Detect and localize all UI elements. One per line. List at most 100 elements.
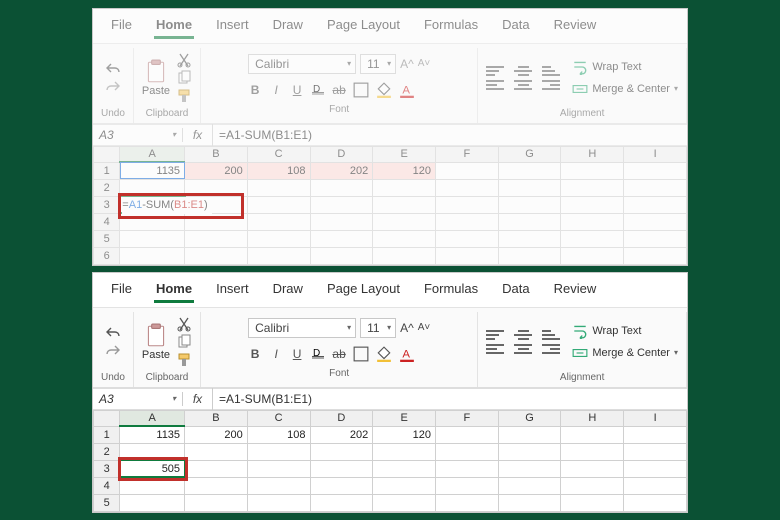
- tab-file[interactable]: File: [109, 15, 134, 39]
- fill-color-icon[interactable]: [376, 82, 392, 98]
- align-right-icon[interactable]: [542, 344, 560, 354]
- tab-insert[interactable]: Insert: [214, 15, 251, 39]
- col-header-D[interactable]: D: [310, 410, 373, 426]
- redo-icon[interactable]: [105, 343, 121, 359]
- tab-page-layout[interactable]: Page Layout: [325, 15, 402, 39]
- tab-file[interactable]: File: [109, 279, 134, 303]
- cell-B1[interactable]: 200: [185, 426, 248, 443]
- row-header-4[interactable]: 4: [94, 213, 120, 230]
- cell-I1[interactable]: [624, 162, 687, 179]
- bold-button[interactable]: B: [248, 83, 262, 97]
- align-top-icon[interactable]: [486, 330, 504, 340]
- col-header-A[interactable]: A: [120, 146, 185, 162]
- tab-home[interactable]: Home: [154, 15, 194, 39]
- font-color-icon[interactable]: A: [399, 346, 415, 362]
- tab-data[interactable]: Data: [500, 15, 531, 39]
- tab-home[interactable]: Home: [154, 279, 194, 303]
- cell-B1[interactable]: 200: [185, 162, 248, 179]
- align-middle-icon[interactable]: [514, 66, 532, 76]
- copy-icon[interactable]: [176, 334, 192, 350]
- formula-input[interactable]: =A1-SUM(B1:E1): [213, 392, 318, 406]
- col-header-D[interactable]: D: [310, 146, 373, 162]
- cell-H1[interactable]: [561, 162, 624, 179]
- font-color-icon[interactable]: A: [399, 82, 415, 98]
- col-header-H[interactable]: H: [561, 410, 624, 426]
- merge-center-button[interactable]: Merge & Center ▾: [572, 81, 678, 97]
- row-header-2[interactable]: 2: [94, 443, 120, 460]
- align-middle-icon[interactable]: [514, 330, 532, 340]
- grid[interactable]: A B C D E F G H I 1 1135 200 108 202 120…: [93, 410, 687, 512]
- paste-button[interactable]: Paste: [142, 323, 170, 361]
- merge-center-button[interactable]: Merge & Center ▾: [572, 345, 678, 361]
- cell-C1[interactable]: 108: [247, 426, 310, 443]
- undo-icon[interactable]: [105, 61, 121, 77]
- col-header-G[interactable]: G: [498, 146, 561, 162]
- strikethrough-button[interactable]: ab: [332, 347, 346, 361]
- underline-button[interactable]: U: [290, 83, 304, 97]
- format-painter-icon[interactable]: [176, 352, 192, 368]
- col-header-G[interactable]: G: [498, 410, 561, 426]
- undo-icon[interactable]: [105, 325, 121, 341]
- tab-formulas[interactable]: Formulas: [422, 279, 480, 303]
- tab-draw[interactable]: Draw: [271, 279, 305, 303]
- align-top-icon[interactable]: [486, 66, 504, 76]
- col-header-B[interactable]: B: [185, 146, 248, 162]
- border-icon[interactable]: [353, 346, 369, 362]
- cut-icon[interactable]: [176, 52, 192, 68]
- font-name-combo[interactable]: Calibri▾: [248, 54, 356, 74]
- align-right-icon[interactable]: [542, 80, 560, 90]
- wrap-text-button[interactable]: Wrap Text: [572, 323, 678, 339]
- strikethrough-button[interactable]: ab: [332, 83, 346, 97]
- col-header-I[interactable]: I: [624, 410, 687, 426]
- select-all-corner[interactable]: [94, 410, 120, 426]
- row-header-5[interactable]: 5: [94, 230, 120, 247]
- font-name-combo[interactable]: Calibri▾: [248, 318, 356, 338]
- double-underline-button[interactable]: D: [311, 83, 325, 97]
- grid[interactable]: A B C D E F G H I 1 1135 200 108 202 120…: [93, 146, 687, 265]
- tab-data[interactable]: Data: [500, 279, 531, 303]
- col-header-H[interactable]: H: [561, 146, 624, 162]
- cell-E1[interactable]: 120: [373, 162, 436, 179]
- col-header-C[interactable]: C: [247, 410, 310, 426]
- cell-C1[interactable]: 108: [247, 162, 310, 179]
- border-icon[interactable]: [353, 82, 369, 98]
- row-header-3[interactable]: 3: [94, 460, 120, 477]
- row-header-3[interactable]: 3: [94, 196, 120, 213]
- align-left-icon[interactable]: [486, 80, 504, 90]
- col-header-B[interactable]: B: [185, 410, 248, 426]
- col-header-I[interactable]: I: [624, 146, 687, 162]
- tab-review[interactable]: Review: [552, 15, 599, 39]
- format-painter-icon[interactable]: [176, 88, 192, 104]
- tab-formulas[interactable]: Formulas: [422, 15, 480, 39]
- col-header-A[interactable]: A: [120, 410, 185, 426]
- bold-button[interactable]: B: [248, 347, 262, 361]
- cell-F1[interactable]: [435, 162, 498, 179]
- cell-A3-editing[interactable]: =A1-SUM(B1:E1): [120, 196, 185, 213]
- font-size-combo[interactable]: 11▾: [360, 54, 396, 74]
- row-header-6[interactable]: 6: [94, 247, 120, 264]
- row-header-1[interactable]: 1: [94, 162, 120, 179]
- cell-D1[interactable]: 202: [310, 162, 373, 179]
- align-bottom-icon[interactable]: [542, 330, 560, 340]
- name-box[interactable]: A3▾: [93, 128, 183, 142]
- tab-review[interactable]: Review: [552, 279, 599, 303]
- col-header-C[interactable]: C: [247, 146, 310, 162]
- col-header-E[interactable]: E: [373, 410, 436, 426]
- cut-icon[interactable]: [176, 316, 192, 332]
- align-center-icon[interactable]: [514, 80, 532, 90]
- double-underline-button[interactable]: D: [311, 347, 325, 361]
- cell-A1[interactable]: 1135: [120, 426, 185, 443]
- fx-icon[interactable]: fx: [183, 124, 213, 146]
- copy-icon[interactable]: [176, 70, 192, 86]
- align-left-icon[interactable]: [486, 344, 504, 354]
- cell-D1[interactable]: 202: [310, 426, 373, 443]
- align-bottom-icon[interactable]: [542, 66, 560, 76]
- row-header-1[interactable]: 1: [94, 426, 120, 443]
- row-header-2[interactable]: 2: [94, 179, 120, 196]
- row-header-5[interactable]: 5: [94, 494, 120, 511]
- fx-icon[interactable]: fx: [183, 388, 213, 410]
- col-header-F[interactable]: F: [435, 410, 498, 426]
- paste-button[interactable]: Paste: [142, 59, 170, 97]
- cell-G1[interactable]: [498, 162, 561, 179]
- col-header-F[interactable]: F: [435, 146, 498, 162]
